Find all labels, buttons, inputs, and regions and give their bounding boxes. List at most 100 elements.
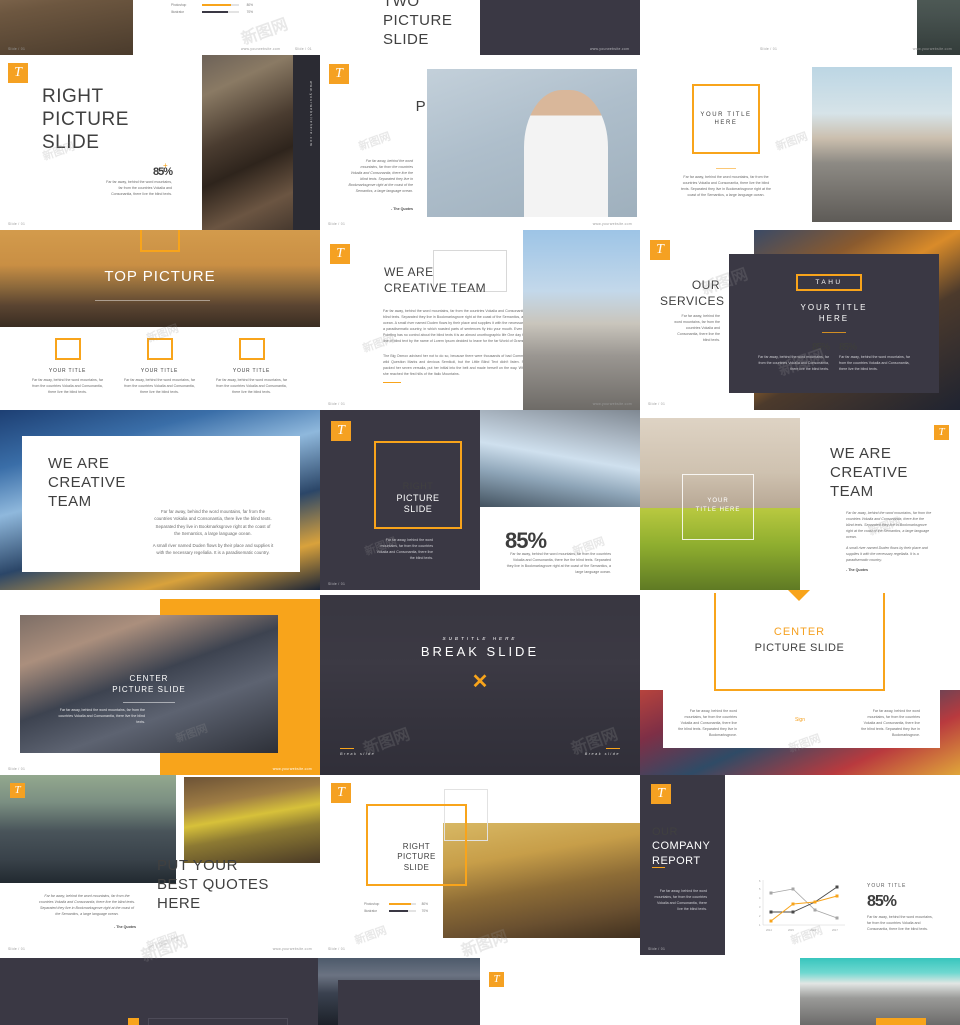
stat-value: 85% (811, 342, 830, 353)
slide-water-partial[interactable]: Far far away, behind the word mountains,… (640, 0, 960, 55)
slide-title-line3: SLIDE (42, 132, 100, 154)
break-footer-right: Break slide (584, 752, 620, 756)
badge-label: TAHU (815, 279, 843, 286)
logo-badge: T (489, 972, 504, 987)
bar-track (201, 10, 239, 14)
website-footer: www.yourwebsite.com (241, 47, 281, 51)
slide-right-picture-guitar[interactable]: T www.yourwebsitehere.com RIGHT PICTURE … (0, 55, 320, 230)
watermark: 新图网 (144, 929, 181, 954)
bar-track (388, 902, 417, 906)
slide-title-line2: CREATIVE (48, 473, 126, 491)
slide-number: Slide / 01 (8, 767, 26, 771)
slide-title-line2: PICTURE SLIDE (754, 642, 845, 654)
slide-we-are-creative-team-paris[interactable]: T WE ARE CREATIVE TEAM Far far away, beh… (320, 230, 640, 410)
logo-glyph: T (656, 242, 664, 257)
column-text: Far far away, behind the word mountains,… (123, 377, 196, 394)
slide-number: Slide / 01 (8, 222, 26, 226)
box-title-line2: HERE (714, 120, 738, 126)
slide-dark-two-column-partial[interactable]: Far far away, behind the word mountains,… (480, 0, 640, 55)
title-frame: YOUR TITLE HERE (692, 84, 760, 154)
slide-title-line2: COMPANY (652, 840, 711, 853)
slide-title-kicker: OUR (652, 826, 678, 838)
slide-break[interactable]: SUBTITLE HERE BREAK SLIDE ✕ Break slide … (320, 590, 640, 775)
bar-track (388, 909, 417, 913)
slide-your-title-here-city[interactable]: YOUR TITLE HERE Far far away, behind the… (640, 55, 960, 230)
logo-glyph: T (335, 66, 343, 81)
slide-text: Far far away, behind the word mountains,… (680, 175, 772, 197)
logo-glyph: T (337, 785, 345, 800)
paragraph-2: A small river named Duden flows by their… (846, 546, 928, 562)
slide-title: TOP PICTURE (104, 268, 216, 285)
skill-bars: Photoshop 80% Illustrator 70% (364, 902, 428, 916)
slide-right-picture-pebbles-partial[interactable]: T (480, 958, 960, 1025)
slide-best-quotes[interactable]: T PUT YOUR BEST QUOTES HERE Far far away… (0, 775, 320, 955)
svg-text:2014: 2014 (766, 928, 772, 932)
slide-top-picture[interactable]: TOP PICTURE YOUR TITLE Far far away, beh… (0, 230, 320, 410)
stat-text: Far far away, behind the word mountains,… (757, 355, 829, 371)
slide-progress-partial[interactable]: Photoshop 80% Illustrator 70% www.yourwe… (133, 0, 320, 55)
svg-text:3: 3 (759, 905, 761, 909)
stat-value: 85% (839, 342, 857, 353)
break-footer-left: Break slide (340, 752, 376, 756)
slide-number: Slide / 01 (8, 947, 26, 951)
website-footer: www.yourwebsite.com (272, 767, 312, 771)
slide-skyline-partial-bottom[interactable] (318, 958, 480, 1025)
slide-number: Slide / 01 (294, 47, 312, 51)
slide-title-line2: CREATIVE TEAM (384, 280, 487, 295)
paragraph-1: Far far away, behind the word mountains,… (154, 509, 272, 537)
column-title: YOUR TITLE (140, 368, 179, 374)
slide-title-line2: PICTURE (397, 852, 436, 862)
slide-company-report[interactable]: T OUR COMPANY REPORT Far far away, behin… (640, 775, 960, 955)
slide-dark-partial-bottom[interactable] (0, 958, 318, 1025)
slide-text: Far far away, behind the word mountains,… (58, 708, 145, 724)
slide-jar-partial[interactable]: Slide / 01 (0, 0, 133, 55)
right-text: Far far away, behind the word mountains,… (861, 709, 920, 737)
slide-title-kicker: WE ARE (384, 265, 434, 279)
bar-label: Illustrator (364, 909, 378, 913)
slide-our-services[interactable]: T OUR SERVICES Far far away, behind the … (640, 230, 960, 410)
side-text: Far far away, behind the word mountains,… (654, 889, 707, 911)
slide-title-kicker: OUR (691, 278, 720, 292)
logo-badge: T (8, 63, 28, 83)
slide-center-picture-berries[interactable]: CENTER PICTURE SLIDE Far far away, behin… (640, 590, 960, 775)
slide-title-line1: PUT YOUR (157, 857, 238, 874)
quote-attribution: - The Quotes (114, 925, 136, 929)
vertical-url: www.yourwebsitehere.com (309, 81, 313, 147)
slide-number: Slide / 01 (328, 947, 346, 951)
slide-we-are-creative-team-camera[interactable]: YOUR TITLE HERE T WE ARE CREATIVE TEAM F… (640, 410, 960, 590)
logo-badge: T (934, 425, 949, 440)
slide-title-line2: CREATIVE (830, 463, 908, 481)
bar-value: 70% (421, 909, 428, 913)
break-subtitle: SUBTITLE HERE (442, 636, 518, 641)
svg-text:2: 2 (759, 914, 761, 918)
logo-glyph: T (337, 423, 345, 438)
center-label: Sign (794, 717, 805, 723)
website-footer: www.yourwebsite.com (592, 947, 632, 951)
slide-right-picture-dark-85[interactable]: T RIGHT PICTURE SLIDE Far far away, behi… (320, 410, 640, 590)
paragraph-1: Far far away, behind the word mountains,… (846, 511, 932, 539)
slide-title-kicker: RIGHT (42, 86, 104, 107)
slide-right-picture-businessman[interactable]: T RIGHT PICTURE SLIDE Far far away, behi… (320, 55, 640, 230)
svg-text:5: 5 (759, 887, 761, 891)
column-title: YOUR TITLE (232, 368, 271, 374)
bar-label: Illustrator (171, 10, 185, 14)
template-preview-grid: Slide / 01 Photoshop 80% Illustrator 70%… (0, 0, 960, 1025)
slide-we-are-creative-team-glass[interactable]: WE ARE CREATIVE TEAM Far far away, behin… (0, 410, 320, 590)
slide-right-picture-wheat[interactable]: T RIGHT PICTURE SLIDE Photoshop 80% Illu… (320, 775, 640, 955)
svg-text:1: 1 (759, 923, 761, 927)
slide-title-line3: TEAM (830, 482, 874, 500)
slide-number: Slide / 01 (760, 47, 778, 51)
slide-number: Slide / 01 (328, 402, 346, 406)
slide-two-picture-partial[interactable]: TWO PICTURE SLIDE (320, 0, 480, 55)
left-text: Far far away, behind the word mountains,… (376, 538, 433, 560)
quote-text: Far far away, behind the word mountains,… (38, 894, 136, 916)
svg-text:4: 4 (759, 896, 761, 900)
bar-value: 70% (246, 10, 253, 14)
slide-center-picture-hands[interactable]: CENTER PICTURE SLIDE Far far away, behin… (0, 590, 320, 775)
paragraph-2: A small river named Duden flows by their… (152, 543, 274, 556)
column-title: YOUR TITLE (48, 368, 87, 374)
slide-number: Slide / 01 (328, 222, 346, 226)
slide-title-kicker: TWO (383, 0, 420, 10)
overlay-title-line1: YOUR (707, 498, 729, 504)
bar-track (201, 3, 239, 7)
